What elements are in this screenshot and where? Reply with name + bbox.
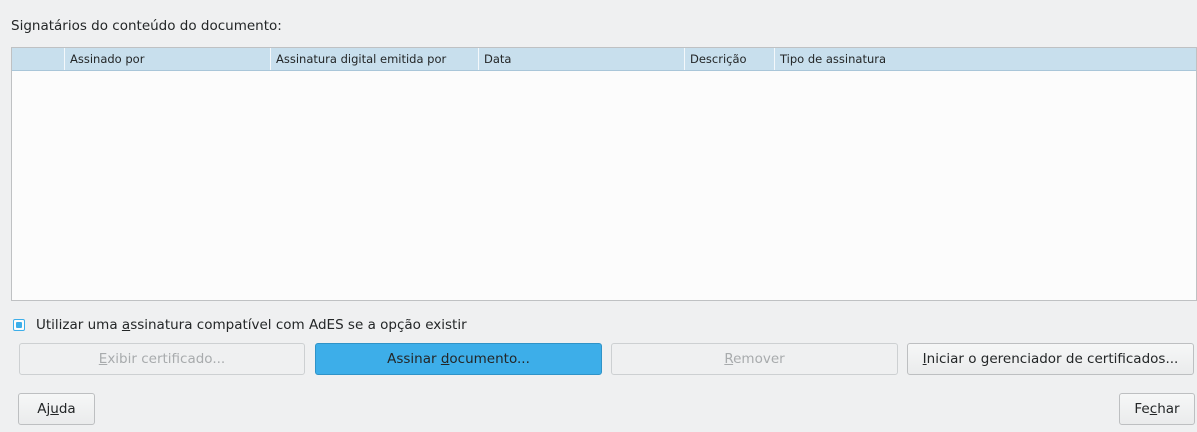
ades-option[interactable]: Utilizar uma assinatura compatível com A…	[13, 316, 467, 334]
column-header-icon[interactable]	[12, 48, 64, 70]
view-certificate-button[interactable]: Exibir certificado...	[19, 343, 305, 375]
signatures-table[interactable]: Assinado por Assinatura digital emitida …	[11, 47, 1197, 301]
table-header: Assinado por Assinatura digital emitida …	[12, 48, 1196, 71]
table-body	[12, 71, 1196, 300]
help-button[interactable]: Ajuda	[18, 393, 95, 425]
column-header-description[interactable]: Descrição	[684, 48, 774, 70]
remove-button[interactable]: Remover	[611, 343, 898, 375]
ades-checkbox[interactable]	[13, 319, 25, 331]
ades-checkbox-label[interactable]: Utilizar uma assinatura compatível com A…	[36, 317, 467, 333]
section-heading: Signatários do conteúdo do documento:	[11, 18, 282, 34]
sign-document-button[interactable]: Assinar documento...	[315, 343, 602, 375]
column-header-signed-by[interactable]: Assinado por	[64, 48, 270, 70]
start-certificate-manager-button[interactable]: Iniciar o gerenciador de certificados...	[907, 343, 1194, 375]
checkbox-checked-indicator	[16, 322, 22, 328]
column-header-signature-type[interactable]: Tipo de assinatura	[774, 48, 1196, 70]
column-header-date[interactable]: Data	[478, 48, 684, 70]
close-button[interactable]: Fechar	[1119, 393, 1195, 425]
column-header-issued-by[interactable]: Assinatura digital emitida por	[270, 48, 478, 70]
